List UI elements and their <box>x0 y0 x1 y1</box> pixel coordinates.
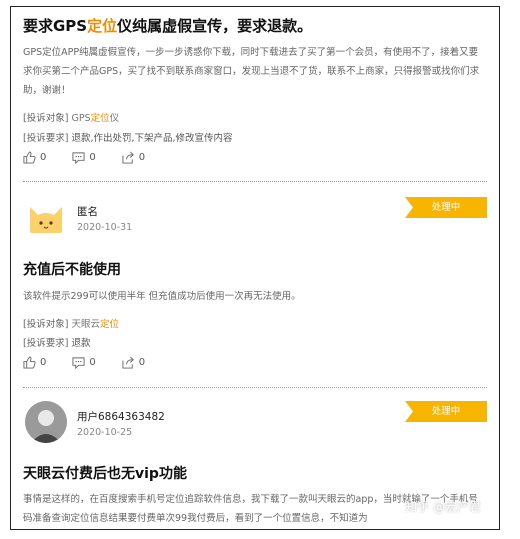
post-title[interactable]: 天眼云付费后也无vip功能 <box>23 463 187 483</box>
complaint-feed: 要求GPS定位仪纯属虚假宣传，要求退款。 GPS定位APP纯属虚假宣传，一步一步… <box>10 6 500 530</box>
post-actions: 0 0 0 <box>23 151 487 164</box>
status-badge: 处理中 <box>405 197 487 218</box>
post-date: 2020-10-31 <box>77 222 133 233</box>
post-title[interactable]: 要求GPS定位仪纯属虚假宣传，要求退款。 <box>23 15 312 36</box>
cat-avatar-icon <box>30 207 62 233</box>
thumbs-up-icon <box>23 151 36 164</box>
watermark: 知乎 @宏产君 <box>405 500 481 514</box>
complaint-target-link[interactable]: GPS定位仪 <box>71 113 119 124</box>
username[interactable]: 用户6864363482 <box>77 409 165 424</box>
comment-button[interactable]: 0 <box>72 151 96 164</box>
complaint-demand: [投诉要求] 退款 <box>23 338 91 349</box>
post-body: GPS定位APP纯属虚假宣传，一步一步诱惑你下载，同时下载进去了买了第一个会员，… <box>23 47 480 96</box>
comment-button[interactable]: 0 <box>72 356 96 369</box>
avatar[interactable] <box>25 197 67 239</box>
avatar[interactable] <box>25 401 67 443</box>
like-button[interactable]: 0 <box>23 356 46 369</box>
post-actions: 0 0 0 <box>23 356 487 369</box>
username[interactable]: 匿名 <box>77 204 98 219</box>
complaint-target: [投诉对象] 天眼云定位 <box>23 319 119 330</box>
complaint-demand: [投诉要求] 退款,作出处罚,下架产品,修改宣传内容 <box>23 133 233 144</box>
complaint-target: [投诉对象] GPS定位仪 <box>23 113 120 124</box>
status-badge: 处理中 <box>405 401 487 422</box>
comment-icon <box>72 357 85 369</box>
share-button[interactable]: 0 <box>122 356 145 369</box>
post-date: 2020-10-25 <box>77 427 133 438</box>
post-body: 该软件提示299可以使用半年 但充值成功后使用一次再无法使用。 <box>23 291 301 302</box>
share-icon <box>122 151 134 164</box>
complaint-target-link[interactable]: 天眼云定位 <box>71 319 119 330</box>
user-photo-icon <box>25 401 67 443</box>
comment-icon <box>72 152 85 164</box>
divider <box>23 181 487 182</box>
like-button[interactable]: 0 <box>23 151 46 164</box>
share-icon <box>122 356 134 369</box>
divider <box>23 387 487 388</box>
thumbs-up-icon <box>23 356 36 369</box>
post-title[interactable]: 充值后不能使用 <box>23 259 121 279</box>
share-button[interactable]: 0 <box>122 151 145 164</box>
